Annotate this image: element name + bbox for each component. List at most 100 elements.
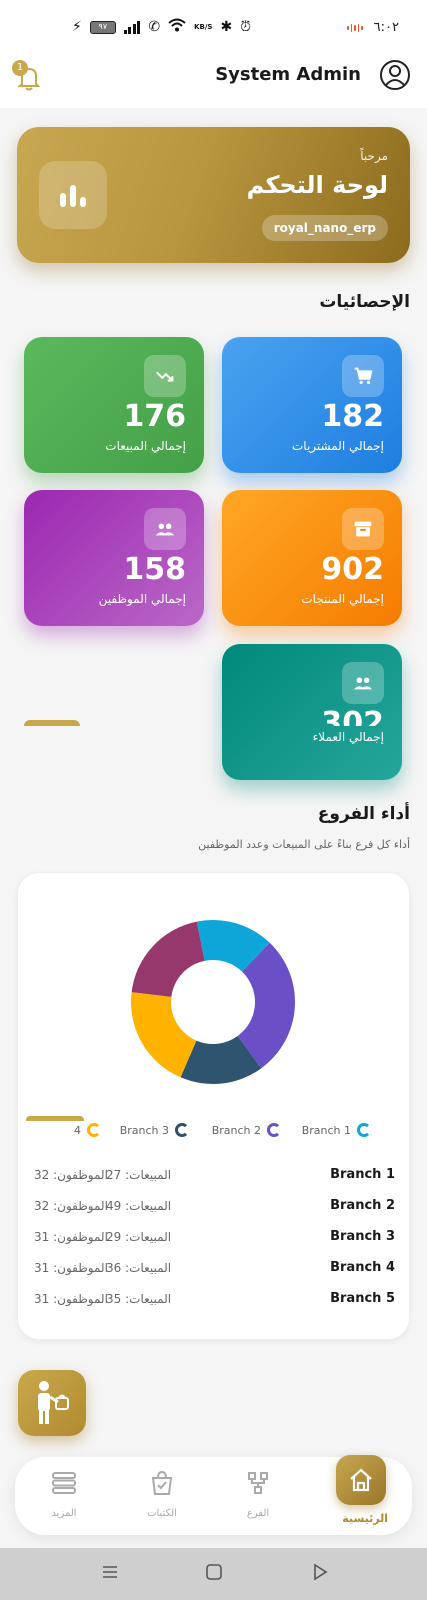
legend-dot-icon — [357, 1123, 371, 1137]
legend-label: 4 — [74, 1123, 81, 1137]
stat-value: 302 — [321, 706, 384, 726]
alarm-icon: ⏰︎ — [240, 19, 252, 35]
home-icon — [350, 1468, 372, 1492]
banner-title: لوحة التحكم — [246, 171, 388, 199]
stat-value: 158 — [123, 552, 186, 587]
legend-label: Branch 1 — [301, 1123, 351, 1137]
branch-name: Branch 5 — [330, 1291, 395, 1306]
legend-dot-icon — [175, 1123, 189, 1137]
legend-dot-icon — [87, 1123, 101, 1137]
app-header: 1 System Admin — [0, 54, 427, 108]
stat-value: 182 — [321, 399, 384, 434]
branches-subtitle: أداء كل فرع بناءً على المبيعات وعدد المو… — [198, 838, 410, 851]
branch-sales: المبيعات: 36 — [106, 1261, 172, 1275]
branch-sales: المبيعات: 29 — [106, 1230, 172, 1244]
branch-sales: المبيعات: 49 — [106, 1199, 172, 1213]
status-icons: ⚡︎ ٩٧ ✆ KB/S ✱ ⏰︎ — [72, 18, 251, 36]
stat-label: إجمالي الموظفين — [98, 592, 186, 606]
people-icon — [342, 662, 384, 704]
stat-card-purchases[interactable]: 182 إجمالي المشتريات — [222, 337, 402, 473]
branch-employees: الموظفون: 32 — [34, 1199, 108, 1213]
branch-chart-card: Branch 1 Branch 2 Branch 3 4 Branch 1 ال… — [17, 872, 410, 1340]
stat-card-products[interactable]: 902 إجمالي المنتجات — [222, 490, 402, 626]
branch-row: Branch 1 المبيعات: 27 الموظفون: 32 — [18, 1165, 411, 1189]
branch-sales: المبيعات: 35 — [106, 1292, 172, 1306]
loading-indicator — [24, 720, 80, 726]
donut-chart — [131, 920, 295, 1084]
status-bar: ⚡︎ ٩٧ ✆ KB/S ✱ ⏰︎ ٦:٠٢ — [0, 0, 427, 54]
legend-scroll-indicator — [26, 1116, 84, 1121]
nav-books[interactable]: الكتبات — [117, 1469, 207, 1519]
stat-label: إجمالي المنتجات — [301, 592, 384, 606]
legend-dot-icon — [267, 1123, 281, 1137]
stat-card-sales[interactable]: 176 إجمالي المبيعات — [24, 337, 204, 473]
legend-item[interactable]: 4 — [74, 1123, 101, 1137]
branch-sales: المبيعات: 27 — [106, 1168, 172, 1182]
branches-title: أداء الفروع — [317, 804, 410, 824]
user-icon — [380, 60, 410, 90]
shopping-bag-icon — [151, 1470, 173, 1495]
recents-icon[interactable] — [100, 1562, 120, 1582]
nav-home-button[interactable] — [336, 1455, 386, 1505]
stat-value: 902 — [321, 552, 384, 587]
net-speed: KB/S — [194, 22, 213, 31]
branch-employees: الموظفون: 32 — [34, 1168, 108, 1182]
charging-icon: ⚡︎ — [72, 19, 82, 35]
wifi-call-icon: ✆ — [148, 19, 161, 35]
nav-branch[interactable]: الفرع — [213, 1469, 303, 1519]
legend-item[interactable]: Branch 3 — [120, 1123, 189, 1137]
nav-label: المزيد — [51, 1508, 77, 1519]
legend-item[interactable]: Branch 2 — [212, 1123, 281, 1137]
branch-row: Branch 3 المبيعات: 29 الموظفون: 31 — [18, 1227, 411, 1251]
bluetooth-icon: ✱ — [220, 19, 233, 35]
stats-title: الإحصائيات — [319, 292, 410, 312]
signal-icon — [123, 20, 141, 34]
branch-employees: الموظفون: 31 — [34, 1292, 108, 1306]
branch-employees: الموظفون: 31 — [34, 1261, 108, 1275]
legend-label: Branch 2 — [211, 1123, 261, 1137]
menu-stack-icon — [52, 1472, 76, 1494]
people-icon — [144, 508, 186, 550]
bottom-nav: المزيد الكتبات الفرع الرئيسية — [15, 1455, 412, 1535]
pos-fab-button[interactable] — [18, 1370, 86, 1436]
legend-label: Branch 3 — [119, 1123, 169, 1137]
page-title: System Admin — [215, 64, 361, 85]
branch-tree-icon — [248, 1472, 268, 1494]
stat-card-employees[interactable]: 158 إجمالي الموظفين — [24, 490, 204, 626]
branch-name: Branch 4 — [330, 1260, 395, 1275]
cart-icon — [342, 355, 384, 397]
notification-badge: 1 — [12, 60, 28, 76]
branch-row: Branch 4 المبيعات: 36 الموظفون: 31 — [18, 1258, 411, 1282]
stat-label: إجمالي المشتريات — [292, 439, 384, 453]
clock: ٦:٠٢ — [373, 20, 399, 35]
profile-button[interactable] — [379, 59, 411, 91]
trending-icon — [144, 355, 186, 397]
stat-label: إجمالي المبيعات — [105, 439, 186, 453]
nav-label: الفرع — [246, 1508, 270, 1519]
donut-slice-5[interactable] — [131, 921, 205, 997]
branch-name: Branch 2 — [330, 1198, 395, 1213]
branch-row: Branch 5 المبيعات: 35 الموظفون: 31 — [18, 1289, 411, 1313]
legend-item[interactable]: Branch 1 — [302, 1123, 371, 1137]
branch-employees: الموظفون: 31 — [34, 1230, 108, 1244]
battery-icon: ٩٧ — [89, 20, 116, 34]
system-nav-bar — [0, 1548, 427, 1600]
welcome-banner: مرحباً لوحة التحكم royal_nano_erp — [17, 127, 410, 263]
chart-legend: Branch 1 Branch 2 Branch 3 4 — [18, 1123, 411, 1147]
branch-name: Branch 3 — [330, 1229, 395, 1244]
wifi-icon — [168, 18, 186, 36]
archive-icon — [342, 508, 384, 550]
branch-name: Branch 1 — [330, 1167, 395, 1182]
home-square-icon[interactable] — [204, 1562, 224, 1582]
bar-chart-icon — [39, 161, 107, 229]
tenant-chip: royal_nano_erp — [261, 215, 388, 241]
nav-more[interactable]: المزيد — [19, 1469, 109, 1519]
branch-row: Branch 2 المبيعات: 49 الموظفون: 32 — [18, 1196, 411, 1220]
stat-value: 176 — [123, 399, 186, 434]
nav-label: الكتبات — [147, 1508, 177, 1519]
shopper-icon — [38, 1381, 69, 1424]
stat-card-customers[interactable]: 302 إجمالي العملاء — [222, 644, 402, 780]
stat-label: إجمالي العملاء — [312, 730, 384, 744]
back-icon[interactable] — [310, 1562, 330, 1582]
banner-greeting: مرحباً — [360, 149, 388, 163]
